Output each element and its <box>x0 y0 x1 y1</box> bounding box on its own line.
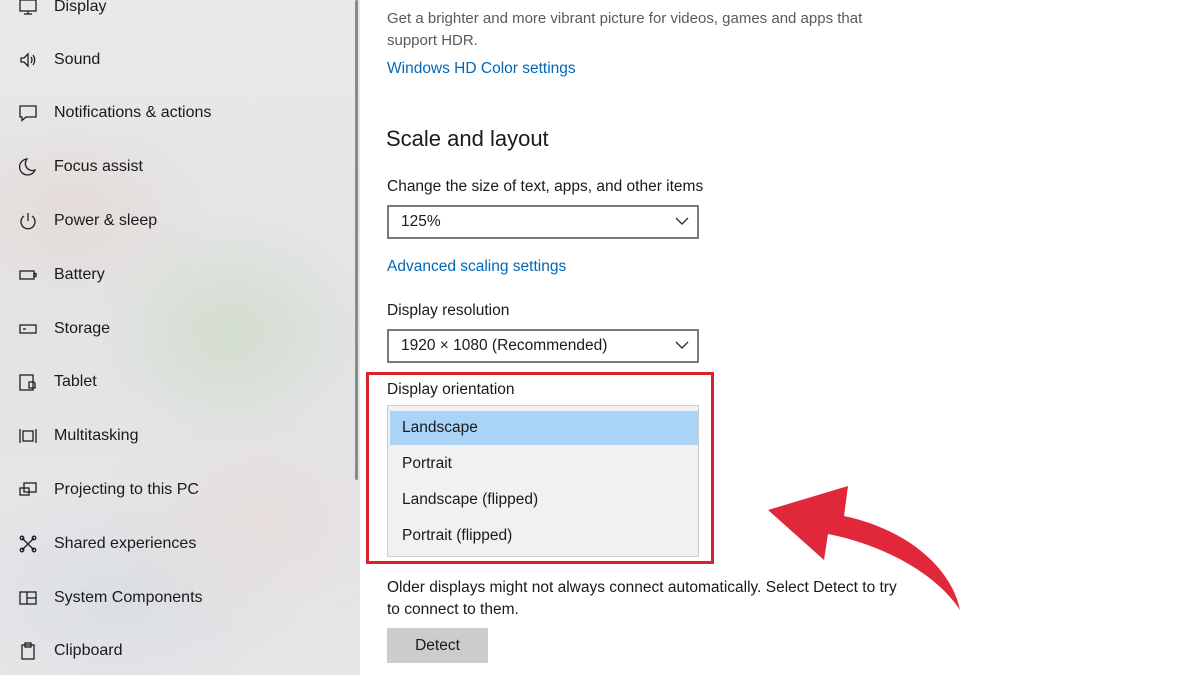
multitasking-icon <box>18 426 38 446</box>
sidebar-item-label: Sound <box>54 51 101 68</box>
clipboard-icon <box>18 641 38 661</box>
highlight-box <box>366 372 714 564</box>
sidebar-item-label: Focus assist <box>54 158 143 175</box>
moon-icon <box>18 157 38 177</box>
detect-button[interactable]: Detect <box>387 628 488 663</box>
chevron-down-icon <box>675 338 689 352</box>
sidebar-item-tablet[interactable]: Tablet <box>0 355 350 409</box>
sidebar-item-shared-experiences[interactable]: Shared experiences <box>0 517 350 571</box>
scale-layout-heading: Scale and layout <box>386 126 549 151</box>
sidebar-scrollbar[interactable] <box>355 0 358 480</box>
chevron-down-icon <box>675 214 689 228</box>
resolution-value: 1920 × 1080 (Recommended) <box>401 337 608 354</box>
sidebar-item-sound[interactable]: Sound <box>0 33 350 87</box>
speaker-icon <box>18 50 38 70</box>
annotation-arrow-icon <box>768 486 960 610</box>
sidebar-item-label: Shared experiences <box>54 535 197 552</box>
sidebar-item-storage[interactable]: Storage <box>0 302 350 356</box>
sidebar-item-label: Storage <box>54 320 111 337</box>
sidebar-item-notifications[interactable]: Notifications & actions <box>0 86 350 140</box>
sidebar-item-focus-assist[interactable]: Focus assist <box>0 140 350 194</box>
sidebar-item-label: System Components <box>54 589 203 606</box>
sidebar-item-system-components[interactable]: System Components <box>0 571 350 625</box>
scale-select[interactable]: 125% <box>387 205 699 239</box>
sidebar-item-power-sleep[interactable]: Power & sleep <box>0 194 350 248</box>
projecting-icon <box>18 480 38 500</box>
hdr-description: Get a brighter and more vibrant picture … <box>387 10 863 49</box>
settings-sidebar: Display Sound Notifications & actions Fo… <box>0 0 360 675</box>
tablet-icon <box>18 372 38 392</box>
sidebar-item-label: Clipboard <box>54 642 123 659</box>
sidebar-item-label: Tablet <box>54 373 97 390</box>
sidebar-item-clipboard[interactable]: Clipboard <box>0 624 350 678</box>
sidebar-item-label: Display <box>54 0 107 15</box>
sidebar-item-label: Power & sleep <box>54 212 158 229</box>
sidebar-item-display[interactable]: Display <box>0 0 350 34</box>
sidebar-item-multitasking[interactable]: Multitasking <box>0 409 350 463</box>
components-icon <box>18 588 38 608</box>
advanced-scaling-link[interactable]: Advanced scaling settings <box>387 258 566 276</box>
sidebar-item-label: Battery <box>54 266 105 283</box>
battery-icon <box>18 265 38 285</box>
monitor-icon <box>18 0 38 17</box>
notification-icon <box>18 103 38 123</box>
sidebar-item-projecting[interactable]: Projecting to this PC <box>0 463 350 517</box>
windows-hd-color-link[interactable]: Windows HD Color settings <box>387 60 576 78</box>
sidebar-item-battery[interactable]: Battery <box>0 248 350 302</box>
scale-label: Change the size of text, apps, and other… <box>387 178 704 195</box>
power-icon <box>18 211 38 231</box>
sidebar-item-label: Multitasking <box>54 427 139 444</box>
resolution-select[interactable]: 1920 × 1080 (Recommended) <box>387 329 699 363</box>
resolution-label: Display resolution <box>387 302 510 319</box>
storage-icon <box>18 319 38 339</box>
shared-icon <box>18 534 38 554</box>
sidebar-item-label: Notifications & actions <box>54 104 212 121</box>
sidebar-item-label: Projecting to this PC <box>54 481 199 498</box>
scale-value: 125% <box>401 213 441 230</box>
